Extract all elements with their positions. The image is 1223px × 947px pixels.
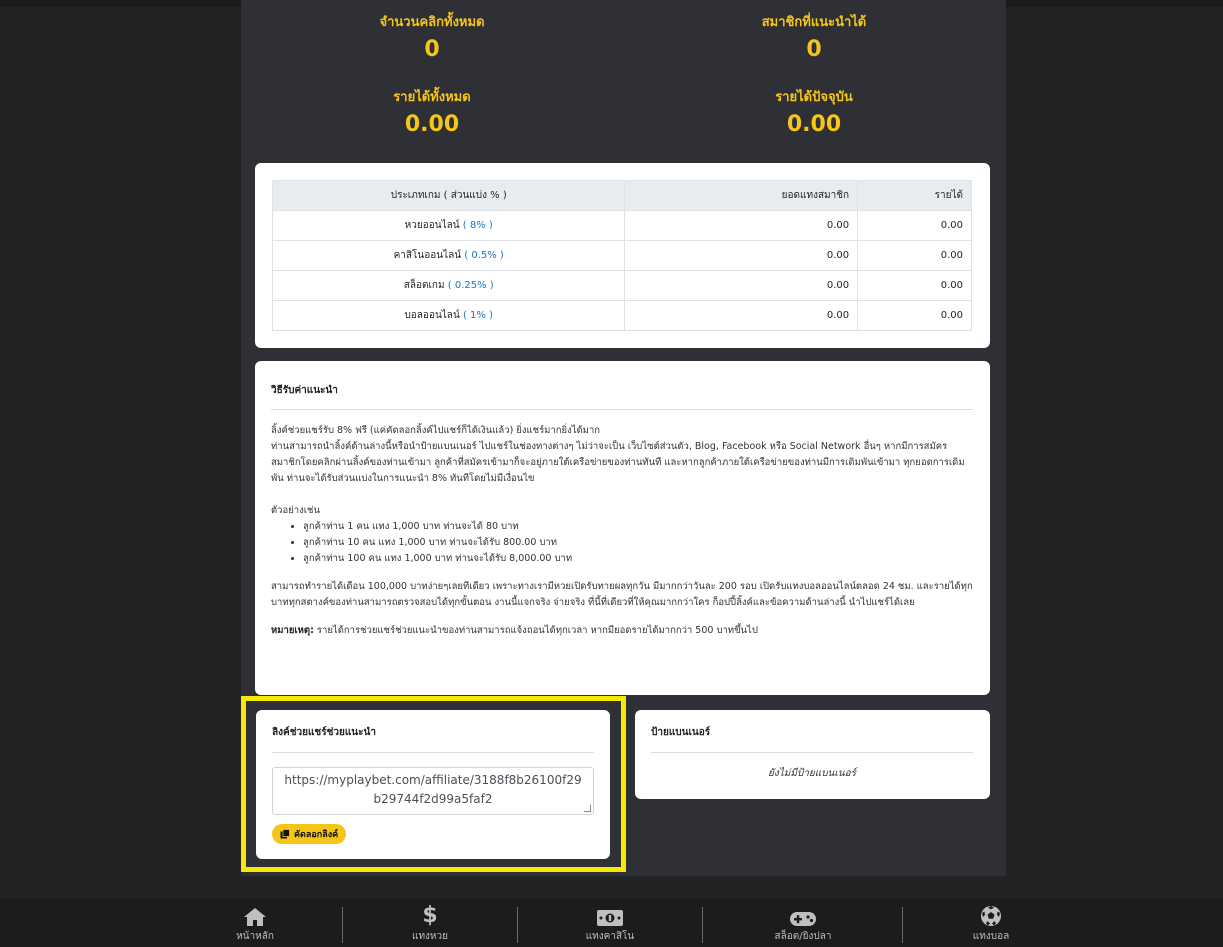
game-name: บอลออนไลน์: [404, 310, 460, 321]
nav-item-slots[interactable]: สล็อต/ยิงปลา: [758, 899, 848, 947]
info-paragraph: ท่านสามารถนำลิ้งค์ด้านล่างนี้หรือนำป้ายแ…: [271, 441, 965, 484]
divider: [651, 752, 973, 753]
how-to-earn-title: วิธีรับค่าแนะนำ: [271, 385, 338, 396]
how-to-earn-card: วิธีรับค่าแนะนำ ลิ้งค์ช่วยแชร์รับ 8% ฟรี…: [255, 361, 990, 695]
bottom-nav: หน้าหลัก $ แทงหวย แทงคาสิโน สล็อต/ยิงปลา…: [0, 899, 1223, 947]
stat-value: 0: [806, 37, 822, 62]
divider: [271, 409, 973, 410]
member-bets-value: 0.00: [624, 210, 859, 241]
income-value: 0.00: [857, 210, 972, 241]
nav-label: หน้าหลัก: [236, 931, 274, 942]
stat-members: สมาชิกที่แนะนำได้ 0: [623, 11, 1005, 62]
banner-card: ป้ายแบนเนอร์ ยังไม่มีป้ายแบนเนอร์: [635, 710, 990, 799]
stat-label: สมาชิกที่แนะนำได้: [761, 15, 867, 30]
example-list: ลูกค้าท่าน 1 คน แทง 1,000 บาท ท่านจะได้ …: [271, 519, 975, 567]
stat-label: รายได้ทั้งหมด: [393, 90, 471, 105]
game-share-pct: ( 0.25% ): [447, 280, 494, 291]
list-item: ลูกค้าท่าน 1 คน แทง 1,000 บาท ท่านจะได้ …: [303, 519, 975, 535]
nav-divider: [342, 907, 343, 943]
info-paragraph: ลิ้งค์ช่วยแชร์รับ 8% ฟรี (แค่คัดลอกลิ้งค…: [271, 425, 601, 436]
nav-item-casino[interactable]: แทงคาสิโน: [570, 899, 650, 947]
col-member-bets: ยอดแทงสมาชิก: [624, 180, 859, 211]
nav-label: แทงบอล: [972, 931, 1010, 942]
example-heading: ตัวอย่างเช่น: [271, 505, 320, 516]
stat-value: 0: [424, 37, 440, 62]
game-name: สล็อตเกม: [403, 280, 445, 291]
nav-divider: [902, 907, 903, 943]
how-to-earn-body: ลิ้งค์ช่วยแชร์รับ 8% ฟรี (แค่คัดลอกลิ้งค…: [271, 423, 975, 639]
dollar-icon: $: [422, 903, 438, 928]
table-row: หวยออนไลน์ ( 8% ) 0.00 0.00: [271, 210, 972, 241]
soccer-ball-icon: [981, 906, 1001, 926]
game-name: หวยออนไลน์: [404, 220, 460, 231]
member-bets-value: 0.00: [624, 270, 859, 301]
note-label: หมายเหตุ:: [271, 625, 314, 636]
table-header-row: ประเภทเกม ( ส่วนแบ่ง % ) ยอดแทงสมาชิก รา…: [271, 180, 972, 211]
game-share-pct: ( 0.5% ): [464, 250, 504, 261]
member-bets-value: 0.00: [624, 240, 859, 271]
member-bets-value: 0.00: [624, 300, 859, 331]
stat-label: จำนวนคลิกทั้งหมด: [379, 15, 485, 30]
nav-divider: [702, 907, 703, 943]
income-value: 0.00: [857, 270, 972, 301]
nav-label: สล็อต/ยิงปลา: [774, 931, 832, 942]
nav-item-football[interactable]: แทงบอล: [951, 899, 1031, 947]
stat-total-clicks: จำนวนคลิกทั้งหมด 0: [241, 11, 623, 62]
stat-value: 0.00: [786, 112, 842, 137]
home-icon: [244, 908, 266, 926]
list-item: ลูกค้าท่าน 100 คน แทง 1,000 บาท ท่านจะได…: [303, 551, 975, 567]
money-bill-icon: [597, 910, 623, 926]
list-item: ลูกค้าท่าน 10 คน แทง 1,000 บาท ท่านจะได้…: [303, 535, 975, 551]
game-name: คาสิโนออนไลน์: [393, 250, 462, 261]
info-paragraph: สามารถทำรายได้เดือน 100,000 บาทง่ายๆเลยท…: [271, 581, 973, 608]
note-text: รายได้การช่วยแชร์ช่วยแนะนำของท่านสามารถแ…: [313, 625, 758, 636]
stat-total-income: รายได้ทั้งหมด 0.00: [241, 86, 623, 137]
game-share-pct: ( 8% ): [462, 220, 493, 231]
commission-table: ประเภทเกม ( ส่วนแบ่ง % ) ยอดแทงสมาชิก รา…: [271, 180, 972, 331]
table-row: คาสิโนออนไลน์ ( 0.5% ) 0.00 0.00: [271, 240, 972, 271]
note: หมายเหตุ: รายได้การช่วยแชร์ช่วยแนะนำของท…: [271, 623, 975, 639]
stat-label: รายได้ปัจจุบัน: [775, 90, 853, 105]
table-row: สล็อตเกม ( 0.25% ) 0.00 0.00: [271, 270, 972, 301]
nav-label: แทงคาสิโน: [585, 931, 635, 942]
income-value: 0.00: [857, 300, 972, 331]
gamepad-icon: [790, 912, 816, 926]
col-income: รายได้: [857, 180, 972, 211]
stat-current-income: รายได้ปัจจุบัน 0.00: [623, 86, 1005, 137]
banner-empty-text: ยังไม่มีป้ายแบนเนอร์: [767, 768, 857, 779]
banner-title: ป้ายแบนเนอร์: [651, 727, 711, 738]
nav-divider: [517, 907, 518, 943]
commission-table-card: ประเภทเกม ( ส่วนแบ่ง % ) ยอดแทงสมาชิก รา…: [255, 163, 990, 348]
nav-item-lottery[interactable]: $ แทงหวย: [390, 899, 470, 947]
col-game-type: ประเภทเกม ( ส่วนแบ่ง % ): [271, 180, 626, 211]
income-value: 0.00: [857, 240, 972, 271]
stat-value: 0.00: [404, 112, 460, 137]
nav-label: แทงหวย: [412, 931, 448, 942]
nav-item-home[interactable]: หน้าหลัก: [215, 899, 295, 947]
game-share-pct: ( 1% ): [462, 310, 493, 321]
table-row: บอลออนไลน์ ( 1% ) 0.00 0.00: [271, 300, 972, 331]
highlight-box: [241, 696, 626, 872]
